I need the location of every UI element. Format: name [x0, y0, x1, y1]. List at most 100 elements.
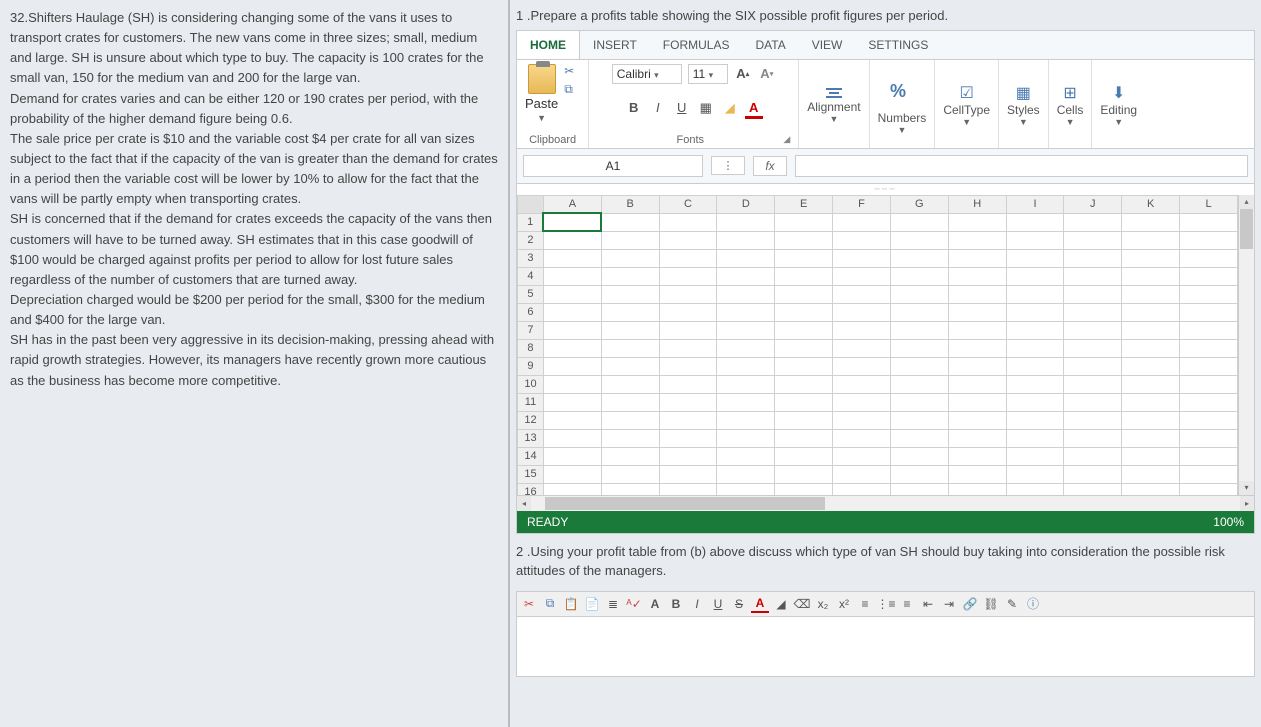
cell-H8[interactable]: [948, 339, 1006, 357]
cell-F5[interactable]: [833, 285, 891, 303]
cell-C4[interactable]: [659, 267, 717, 285]
chevron-down-icon[interactable]: ▼: [962, 117, 971, 127]
scroll-left-arrow[interactable]: ◂: [517, 496, 531, 511]
cell-E16[interactable]: [775, 483, 833, 495]
tab-view[interactable]: VIEW: [799, 31, 856, 59]
col-header-C[interactable]: C: [659, 195, 717, 213]
cell-A14[interactable]: [543, 447, 601, 465]
cell-F11[interactable]: [833, 393, 891, 411]
cell-H12[interactable]: [948, 411, 1006, 429]
cell-K10[interactable]: [1122, 375, 1180, 393]
cell-K14[interactable]: [1122, 447, 1180, 465]
highlight-button[interactable]: ◢: [772, 595, 790, 613]
fx-options[interactable]: ⋮: [711, 156, 745, 175]
number-list-button[interactable]: ≡: [898, 595, 916, 613]
align-icon[interactable]: [826, 86, 842, 100]
cell-L4[interactable]: [1180, 267, 1238, 285]
cell-L5[interactable]: [1180, 285, 1238, 303]
row-header-10[interactable]: 10: [518, 375, 544, 393]
cell-J12[interactable]: [1064, 411, 1122, 429]
cell-F1[interactable]: [833, 213, 891, 231]
name-box[interactable]: A1: [523, 155, 703, 177]
row-header-7[interactable]: 7: [518, 321, 544, 339]
cell-B8[interactable]: [601, 339, 659, 357]
cell-L7[interactable]: [1180, 321, 1238, 339]
cell-D5[interactable]: [717, 285, 775, 303]
subscript-button[interactable]: x₂: [814, 595, 832, 613]
cell-E10[interactable]: [775, 375, 833, 393]
cell-I6[interactable]: [1006, 303, 1064, 321]
cell-A12[interactable]: [543, 411, 601, 429]
col-header-G[interactable]: G: [890, 195, 948, 213]
cell-K2[interactable]: [1122, 231, 1180, 249]
strike-button[interactable]: S: [730, 595, 748, 613]
tab-settings[interactable]: SETTINGS: [855, 31, 941, 59]
cell-E8[interactable]: [775, 339, 833, 357]
fx-icon[interactable]: fx: [753, 156, 787, 176]
cell-B10[interactable]: [601, 375, 659, 393]
row-header-1[interactable]: 1: [518, 213, 544, 231]
dialog-launcher-icon[interactable]: ◢: [783, 134, 790, 146]
cell-C14[interactable]: [659, 447, 717, 465]
checkbox-icon[interactable]: ☑: [959, 83, 973, 103]
cell-D8[interactable]: [717, 339, 775, 357]
cell-K7[interactable]: [1122, 321, 1180, 339]
cell-L14[interactable]: [1180, 447, 1238, 465]
cell-grid[interactable]: ABCDEFGHIJKL 12345678910111213141516: [517, 195, 1238, 495]
cell-C8[interactable]: [659, 339, 717, 357]
cell-L12[interactable]: [1180, 411, 1238, 429]
cell-A6[interactable]: [543, 303, 601, 321]
outdent-button[interactable]: ⇤: [919, 595, 937, 613]
cell-J4[interactable]: [1064, 267, 1122, 285]
scroll-right-arrow[interactable]: ▸: [1240, 496, 1254, 511]
cell-B2[interactable]: [601, 231, 659, 249]
cell-J10[interactable]: [1064, 375, 1122, 393]
cell-C13[interactable]: [659, 429, 717, 447]
cell-F14[interactable]: [833, 447, 891, 465]
italic-button[interactable]: I: [688, 595, 706, 613]
formula-input[interactable]: [795, 155, 1248, 177]
cell-F13[interactable]: [833, 429, 891, 447]
cell-I1[interactable]: [1006, 213, 1064, 231]
info-icon[interactable]: ⓘ: [1024, 595, 1042, 613]
cell-C11[interactable]: [659, 393, 717, 411]
row-header-12[interactable]: 12: [518, 411, 544, 429]
scroll-thumb[interactable]: [1240, 209, 1253, 249]
col-header-D[interactable]: D: [717, 195, 775, 213]
cell-H5[interactable]: [948, 285, 1006, 303]
cell-K11[interactable]: [1122, 393, 1180, 411]
cell-I14[interactable]: [1006, 447, 1064, 465]
row-header-6[interactable]: 6: [518, 303, 544, 321]
cell-C12[interactable]: [659, 411, 717, 429]
cell-E2[interactable]: [775, 231, 833, 249]
cell-G14[interactable]: [890, 447, 948, 465]
cell-L16[interactable]: [1180, 483, 1238, 495]
cell-J1[interactable]: [1064, 213, 1122, 231]
cell-L11[interactable]: [1180, 393, 1238, 411]
cell-E11[interactable]: [775, 393, 833, 411]
bullet-list-button[interactable]: ⋮≡: [877, 595, 895, 613]
grow-font-icon[interactable]: A▴: [734, 65, 752, 83]
shrink-font-icon[interactable]: A▾: [758, 65, 776, 83]
cell-A11[interactable]: [543, 393, 601, 411]
cell-E15[interactable]: [775, 465, 833, 483]
cell-D7[interactable]: [717, 321, 775, 339]
cell-I16[interactable]: [1006, 483, 1064, 495]
cell-I9[interactable]: [1006, 357, 1064, 375]
align-left-button[interactable]: ≡: [856, 595, 874, 613]
cell-H11[interactable]: [948, 393, 1006, 411]
row-header-4[interactable]: 4: [518, 267, 544, 285]
editing-icon[interactable]: ⬇: [1112, 83, 1125, 103]
cell-H9[interactable]: [948, 357, 1006, 375]
row-header-14[interactable]: 14: [518, 447, 544, 465]
cell-B3[interactable]: [601, 249, 659, 267]
cell-H10[interactable]: [948, 375, 1006, 393]
cell-K3[interactable]: [1122, 249, 1180, 267]
cell-E4[interactable]: [775, 267, 833, 285]
cell-C16[interactable]: [659, 483, 717, 495]
cell-D9[interactable]: [717, 357, 775, 375]
row-header-13[interactable]: 13: [518, 429, 544, 447]
chevron-down-icon[interactable]: ▼: [1066, 117, 1075, 127]
styles-icon[interactable]: ▦: [1016, 83, 1031, 103]
superscript-button[interactable]: x²: [835, 595, 853, 613]
